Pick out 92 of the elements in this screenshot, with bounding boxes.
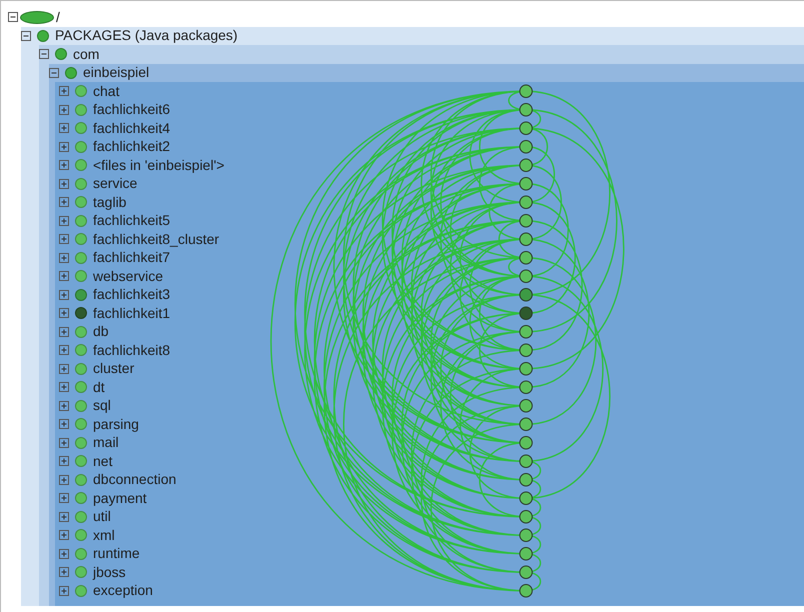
tree-label[interactable]: chat bbox=[93, 80, 120, 102]
expand-icon[interactable] bbox=[59, 178, 69, 189]
collapse-icon[interactable] bbox=[8, 12, 18, 22]
tree-label[interactable]: fachlichkeit8 bbox=[93, 340, 170, 361]
graph-node[interactable] bbox=[519, 251, 533, 264]
tree-label[interactable]: fachlichkeit1 bbox=[93, 302, 170, 324]
graph-node[interactable] bbox=[519, 288, 533, 302]
expand-icon[interactable] bbox=[59, 123, 69, 134]
tree-label[interactable]: <files in 'einbeispiel'> bbox=[93, 154, 224, 176]
tree-label[interactable]: payment bbox=[93, 488, 147, 509]
expand-icon[interactable] bbox=[59, 548, 69, 559]
expand-icon[interactable] bbox=[59, 326, 69, 337]
graph-node[interactable] bbox=[519, 140, 533, 154]
graph-node[interactable] bbox=[519, 547, 533, 560]
expand-icon[interactable] bbox=[59, 419, 69, 430]
tree-label[interactable]: taglib bbox=[93, 192, 126, 213]
graph-node[interactable] bbox=[519, 103, 533, 116]
expand-icon[interactable] bbox=[59, 456, 69, 466]
expand-icon[interactable] bbox=[59, 493, 69, 504]
expand-icon[interactable] bbox=[59, 512, 69, 522]
graph-node[interactable] bbox=[519, 196, 533, 209]
graph-node[interactable] bbox=[519, 214, 533, 228]
expand-icon[interactable] bbox=[59, 216, 69, 226]
graph-node[interactable] bbox=[519, 232, 533, 246]
tree-label[interactable]: runtime bbox=[93, 543, 140, 564]
graph-node[interactable] bbox=[519, 122, 533, 135]
expand-icon[interactable] bbox=[59, 586, 69, 596]
expand-icon[interactable] bbox=[59, 474, 69, 485]
tree-label[interactable]: exception bbox=[93, 580, 153, 602]
tree-label[interactable]: fachlichkeit3 bbox=[93, 284, 170, 306]
tree-label[interactable]: jboss bbox=[93, 562, 126, 583]
graph-node[interactable] bbox=[519, 528, 533, 542]
collapse-icon[interactable] bbox=[49, 68, 59, 78]
graph-node[interactable] bbox=[519, 584, 533, 598]
expand-icon[interactable] bbox=[59, 290, 69, 300]
graph-node[interactable] bbox=[519, 306, 533, 320]
tree-label[interactable]: fachlichkeit6 bbox=[93, 99, 170, 120]
tree-label[interactable]: util bbox=[93, 506, 111, 528]
tree-label[interactable]: mail bbox=[93, 432, 119, 454]
tree-label[interactable]: fachlichkeit8_cluster bbox=[93, 228, 220, 250]
tree-label[interactable]: dt bbox=[93, 376, 105, 398]
tree-label[interactable]: fachlichkeit4 bbox=[93, 118, 170, 139]
graph-node[interactable] bbox=[519, 436, 533, 450]
graph-node[interactable] bbox=[519, 566, 533, 579]
graph-node[interactable] bbox=[519, 84, 533, 98]
expand-icon[interactable] bbox=[59, 104, 69, 115]
tree-label[interactable]: xml bbox=[93, 524, 115, 546]
expand-icon[interactable] bbox=[59, 345, 69, 356]
tree-label[interactable]: dbconnection bbox=[93, 469, 176, 490]
graph-node[interactable] bbox=[519, 454, 533, 468]
expand-icon[interactable] bbox=[59, 252, 69, 263]
graph-node[interactable] bbox=[519, 344, 533, 357]
collapse-icon[interactable] bbox=[21, 30, 31, 41]
graph-node[interactable] bbox=[519, 362, 533, 376]
expand-icon[interactable] bbox=[59, 197, 69, 208]
expand-icon[interactable] bbox=[59, 382, 69, 392]
graph-node[interactable] bbox=[519, 510, 533, 524]
expand-icon[interactable] bbox=[59, 567, 69, 578]
expand-icon[interactable] bbox=[59, 530, 69, 540]
tree-label[interactable]: service bbox=[93, 173, 138, 194]
tree-label[interactable]: fachlichkeit2 bbox=[93, 136, 170, 158]
graph-node[interactable] bbox=[519, 418, 533, 431]
graph-node[interactable] bbox=[519, 399, 533, 412]
tree-label[interactable]: webservice bbox=[93, 266, 164, 287]
graph-node[interactable] bbox=[519, 325, 533, 338]
graph-node[interactable] bbox=[519, 177, 533, 190]
graph-node[interactable] bbox=[519, 158, 533, 172]
graph-node[interactable] bbox=[519, 270, 533, 283]
tree-label[interactable]: fachlichkeit5 bbox=[93, 210, 170, 232]
expand-icon[interactable] bbox=[59, 234, 69, 244]
graph-node[interactable] bbox=[519, 492, 533, 505]
tree-label[interactable]: einbeispiel bbox=[83, 62, 150, 84]
expand-icon[interactable] bbox=[59, 142, 69, 152]
expand-icon[interactable] bbox=[59, 308, 69, 318]
tree-label[interactable]: net bbox=[93, 450, 112, 472]
expand-icon[interactable] bbox=[59, 438, 69, 448]
tree-label[interactable]: fachlichkeit7 bbox=[93, 247, 170, 268]
expand-icon[interactable] bbox=[59, 271, 69, 282]
tree-label[interactable]: sql bbox=[93, 395, 111, 416]
tree-label[interactable]: parsing bbox=[93, 414, 139, 435]
tree-label[interactable]: PACKAGES (Java packages) bbox=[55, 25, 238, 46]
expand-icon[interactable] bbox=[59, 364, 69, 374]
expand-icon[interactable] bbox=[59, 160, 69, 170]
tree-label[interactable]: cluster bbox=[93, 358, 134, 380]
collapse-icon[interactable] bbox=[39, 49, 49, 60]
expand-icon[interactable] bbox=[59, 400, 69, 411]
graph-node[interactable] bbox=[519, 473, 533, 486]
tree-label[interactable]: / bbox=[56, 6, 60, 28]
tree-label[interactable]: com bbox=[73, 44, 100, 65]
expand-icon[interactable] bbox=[59, 86, 69, 96]
tree-label[interactable]: db bbox=[93, 321, 109, 342]
graph-node[interactable] bbox=[519, 380, 533, 394]
